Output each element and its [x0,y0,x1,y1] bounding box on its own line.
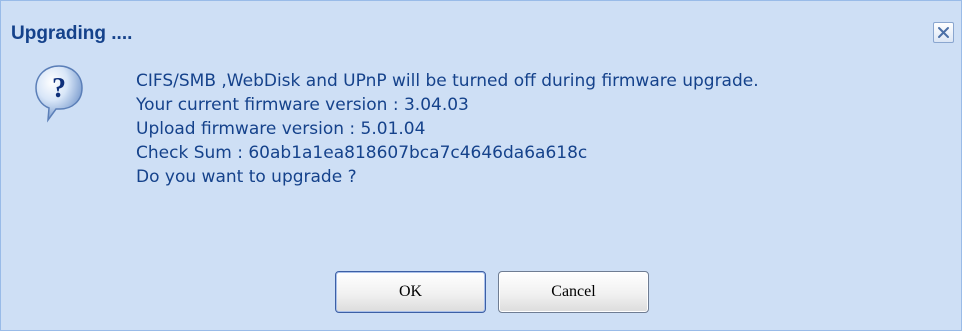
ok-button[interactable]: OK [335,271,486,313]
svg-text:?: ? [52,73,66,104]
message-line: Your current firmware version : 3.04.03 [136,95,469,115]
message-text: CIFS/SMB ,WebDisk and UPnP will be turne… [136,69,759,189]
dialog-title: Upgrading .... [11,23,133,44]
dialog-header: Upgrading .... [1,1,961,47]
cancel-button[interactable]: Cancel [498,271,649,313]
message-line: Check Sum : 60ab1a1ea818607bca7c4646da6a… [136,143,588,163]
question-icon: ? [35,65,83,123]
message-line: Upload firmware version : 5.01.04 [136,119,426,139]
message-line: Do you want to upgrade ? [136,167,357,187]
close-icon [938,27,949,38]
upgrade-dialog: Upgrading .... ? CIFS/SMB ,WebDisk and U… [0,0,962,331]
message-line: CIFS/SMB ,WebDisk and UPnP will be turne… [136,71,759,91]
close-button[interactable] [933,22,954,43]
